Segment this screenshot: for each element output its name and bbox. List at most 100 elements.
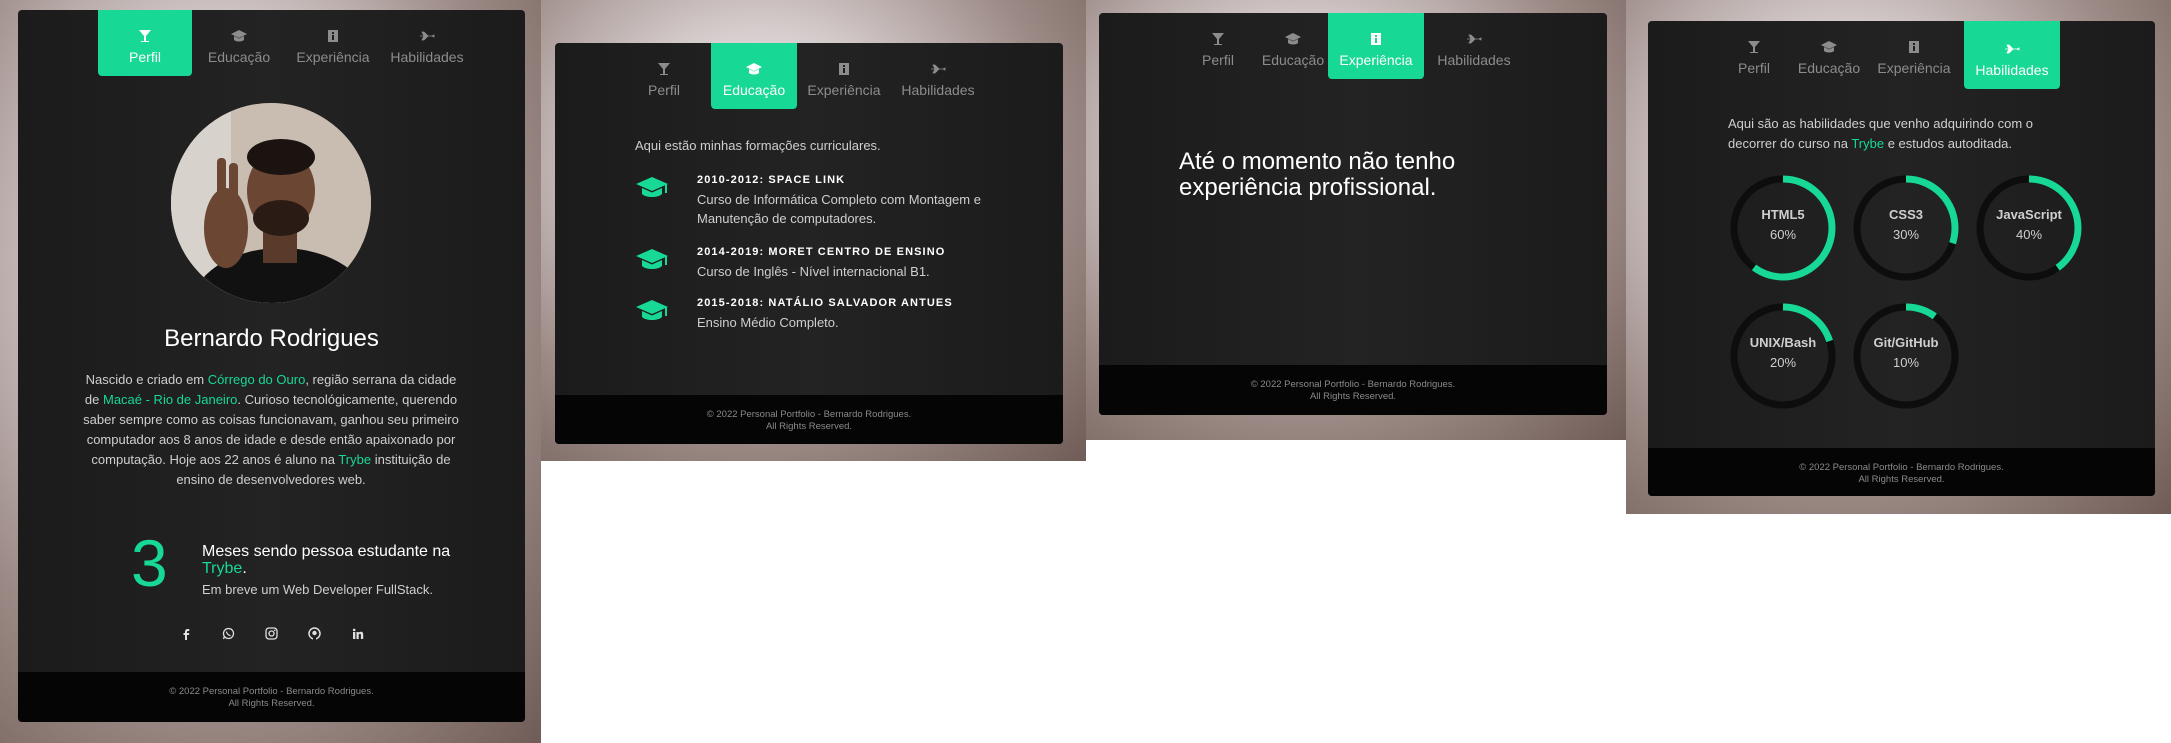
months-count: 3 [131,526,168,600]
tab-label: Experiência [1877,60,1951,76]
skill-gauge: CSS3 30% [1851,173,1961,283]
tab-label: Educação [207,49,271,65]
tab-perfil[interactable]: Perfil [1178,13,1258,79]
skill-percent: 10% [1892,355,1920,370]
trybe-link[interactable]: Trybe [202,560,242,577]
education-title: 2015-2018: NATÁLIO SALVADOR ANTUES [697,297,953,309]
education-item: 2010-2012: SPACE LINK Curso de Informátic… [635,174,992,228]
tab-label: Habilidades [1975,62,2049,78]
profile-avatar [171,103,371,303]
screenshot-panel-education: Perfil Educação Experiência Habilidades … [541,0,1086,461]
tab-educacao[interactable]: Educação [1794,21,1864,87]
tab-habilidades[interactable]: Habilidades [891,43,985,109]
months-subtext: Em breve um Web Developer FullStack. [202,582,433,597]
skill-gauge: Git/GitHub 10% [1851,301,1961,411]
tab-label: Habilidades [1437,52,1511,68]
education-desc: Ensino Médio Completo. [697,315,839,330]
footer-rights: All Rights Reserved. [228,698,315,709]
whatsapp-icon[interactable] [207,627,250,640]
tab-experiencia[interactable]: Experiência [286,10,380,76]
tab-perfil[interactable]: Perfil [1714,21,1794,87]
skill-percent: 40% [2015,227,2043,242]
profile-name: Bernardo Rodrigues [164,325,379,352]
facebook-icon[interactable] [164,627,207,640]
tab-label: Perfil [1738,60,1770,76]
footer-copyright: © 2022 Personal Portfolio - Bernardo Rod… [1799,462,2004,473]
skill-gauge: HTML5 60% [1728,173,1838,283]
bio-text: Nascido e criado em [85,372,208,387]
graduation-cap-icon [1821,41,1837,53]
badge-icon [1909,41,1919,53]
tab-label: Educação [1797,60,1861,76]
graduation-cap-icon [231,30,247,42]
screenshot-panel-profile: Perfil Educação Experiência Habilidades [0,0,541,743]
education-title: 2010-2012: SPACE LINK [697,174,846,186]
trybe-link[interactable]: Trybe [1851,136,1884,151]
education-item: 2014-2019: MORET CENTRO DE ENSINO Curso d… [635,246,992,281]
skill-gauge: UNIX/Bash 20% [1728,301,1838,411]
graduation-cap-icon [636,249,668,269]
tab-label: Perfil [648,82,680,98]
tab-bar: Perfil Educação Experiência Habilidades [1714,21,2060,89]
screenshot-panel-experience: Perfil Educação Experiência Habilidades … [1086,0,1626,440]
tab-educacao[interactable]: Educação [1258,13,1328,79]
tab-habilidades[interactable]: Habilidades [380,10,474,76]
bio-highlight[interactable]: Macaé - Rio de Janeiro [103,392,237,407]
tab-perfil[interactable]: Perfil [617,43,711,109]
skill-percent: 60% [1769,227,1797,242]
tab-perfil[interactable]: Perfil [98,10,192,76]
plane-icon [2005,44,2020,54]
tab-label: Perfil [129,49,161,65]
skill-name: JavaScript [1996,207,2062,222]
footer-copyright: © 2022 Personal Portfolio - Bernardo Rod… [1250,379,1456,390]
linkedin-icon[interactable] [336,627,379,640]
months-description: Meses sendo pessoa estudante na Trybe. E… [202,543,462,597]
tab-label: Perfil [1202,52,1234,68]
cocktail-icon [1212,33,1224,45]
tab-label: Educação [1261,52,1325,68]
tab-habilidades[interactable]: Habilidades [1964,21,2060,89]
footer-copyright: © 2022 Personal Portfolio - Bernardo Rod… [169,686,374,697]
profile-bio: Nascido e criado em Córrego do Ouro, reg… [81,370,461,490]
social-links [164,627,379,640]
instagram-icon[interactable] [250,627,293,640]
months-end: . [242,560,247,577]
skill-name: Git/GitHub [1873,335,1939,350]
skill-name: UNIX/Bash [1749,335,1817,350]
skill-name: HTML5 [1761,207,1805,222]
cocktail-icon [139,30,151,42]
graduation-cap-icon [1285,33,1301,45]
tab-label: Experiência [1339,52,1413,68]
plane-icon [931,64,946,74]
education-item: 2015-2018: NATÁLIO SALVADOR ANTUES Ensino… [635,297,992,332]
tab-bar: Perfil Educação Experiência Habilidades [1178,13,1524,79]
skills-card: Perfil Educação Experiência Habilidades … [1648,21,2155,496]
tab-educacao[interactable]: Educação [192,10,286,76]
months-text: Meses sendo pessoa estudante na [202,543,451,560]
tab-experiencia[interactable]: Experiência [797,43,891,109]
bio-highlight[interactable]: Trybe [338,452,371,467]
tab-educacao[interactable]: Educação [711,43,797,109]
badge-icon [839,63,849,75]
plane-icon [1467,34,1482,44]
tab-label: Experiência [807,82,881,98]
badge-icon [328,30,338,42]
tab-habilidades[interactable]: Habilidades [1424,13,1524,79]
graduation-cap-icon [746,63,762,75]
tab-experiencia[interactable]: Experiência [1864,21,1964,87]
skill-percent: 20% [1769,355,1797,370]
profile-card: Perfil Educação Experiência Habilidades [18,10,525,722]
footer: © 2022 Personal Portfolio - Bernardo Rod… [1099,365,1607,415]
education-desc: Curso de Inglês - Nível internacional B1… [697,264,930,279]
skills-intro: Aqui são as habilidades que venho adquir… [1728,114,2073,154]
github-icon[interactable] [293,627,336,640]
tab-label: Experiência [296,49,370,65]
tab-bar: Perfil Educação Experiência Habilidades [617,43,985,109]
tab-experiencia[interactable]: Experiência [1328,13,1424,79]
skills-intro-end: e estudos autoditada. [1884,136,2013,151]
bio-highlight[interactable]: Córrego do Ouro [208,372,306,387]
graduation-cap-icon [636,300,668,320]
cocktail-icon [1748,41,1760,53]
footer: © 2022 Personal Portfolio - Bernardo Rod… [555,395,1063,444]
footer-rights: All Rights Reserved. [1858,474,1945,485]
